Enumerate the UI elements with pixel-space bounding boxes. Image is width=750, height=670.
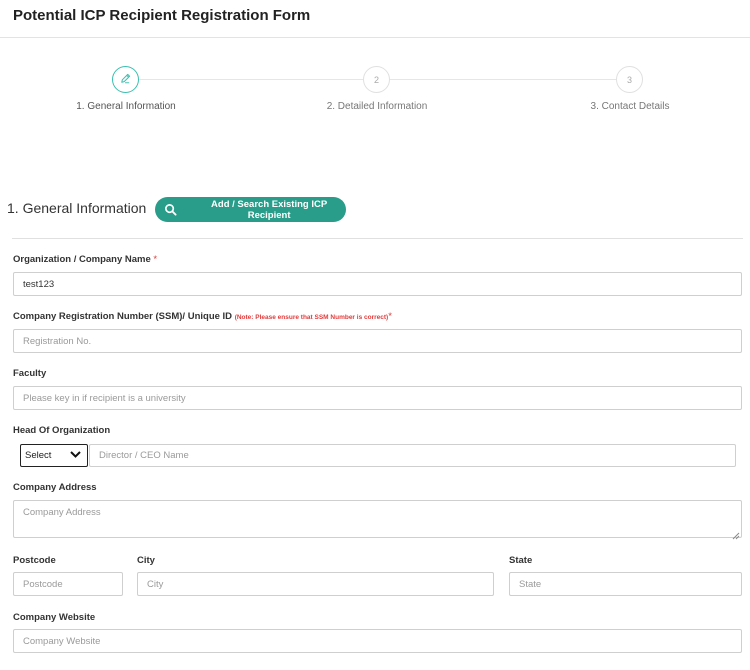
section-divider <box>12 238 743 239</box>
page-header: Potential ICP Recipient Registration For… <box>0 0 750 38</box>
company-website-label: Company Website <box>13 612 96 623</box>
step-1-circle[interactable] <box>112 66 139 93</box>
registration-note: (Note: Please ensure that SSM Number is … <box>234 314 389 321</box>
faculty-input[interactable] <box>13 386 742 410</box>
head-of-org-label: Head Of Organization <box>13 425 111 436</box>
company-website-input[interactable] <box>13 629 742 653</box>
org-name-label: Organization / Company Name * <box>13 254 158 265</box>
city-input[interactable] <box>137 572 494 596</box>
section-title: 1. General Information <box>7 200 147 216</box>
state-label: State <box>509 555 533 566</box>
step-2-circle[interactable]: 2 <box>363 66 390 93</box>
company-address-label: Company Address <box>13 482 97 493</box>
page-title: Potential ICP Recipient Registration For… <box>13 7 311 24</box>
company-address-input[interactable] <box>13 500 742 538</box>
org-name-input[interactable] <box>13 272 742 296</box>
stepper-connector-2 <box>390 79 616 80</box>
pencil-icon <box>119 72 132 87</box>
head-name-input[interactable] <box>89 444 736 467</box>
search-icon <box>163 202 178 218</box>
required-mark: * <box>388 311 392 322</box>
city-label: City <box>137 555 155 566</box>
registration-label: Company Registration Number (SSM)/ Uniqu… <box>13 311 392 322</box>
head-title-select[interactable]: Select <box>20 444 88 467</box>
add-search-recipient-button[interactable]: Add / Search Existing ICP Recipient <box>155 197 346 222</box>
stepper-connector-1 <box>139 79 364 80</box>
faculty-label: Faculty <box>13 368 47 379</box>
step-1-label: 1. General Information <box>76 101 176 112</box>
step-2-label: 2. Detailed Information <box>326 101 428 112</box>
step-2-number: 2 <box>373 74 379 85</box>
step-3-circle[interactable]: 3 <box>616 66 643 93</box>
required-mark: * <box>153 254 158 265</box>
search-button-label: Add / Search Existing ICP Recipient <box>211 198 328 221</box>
head-title-select-value: Select <box>25 450 52 461</box>
state-input[interactable] <box>509 572 742 596</box>
registration-input[interactable] <box>13 329 742 353</box>
chevron-down-icon <box>70 450 81 461</box>
step-3-number: 3 <box>626 74 632 85</box>
postcode-input[interactable] <box>13 572 123 596</box>
resize-grip-icon[interactable] <box>731 527 740 540</box>
step-3-label: 3. Contact Details <box>590 101 670 112</box>
postcode-label: Postcode <box>13 555 56 566</box>
